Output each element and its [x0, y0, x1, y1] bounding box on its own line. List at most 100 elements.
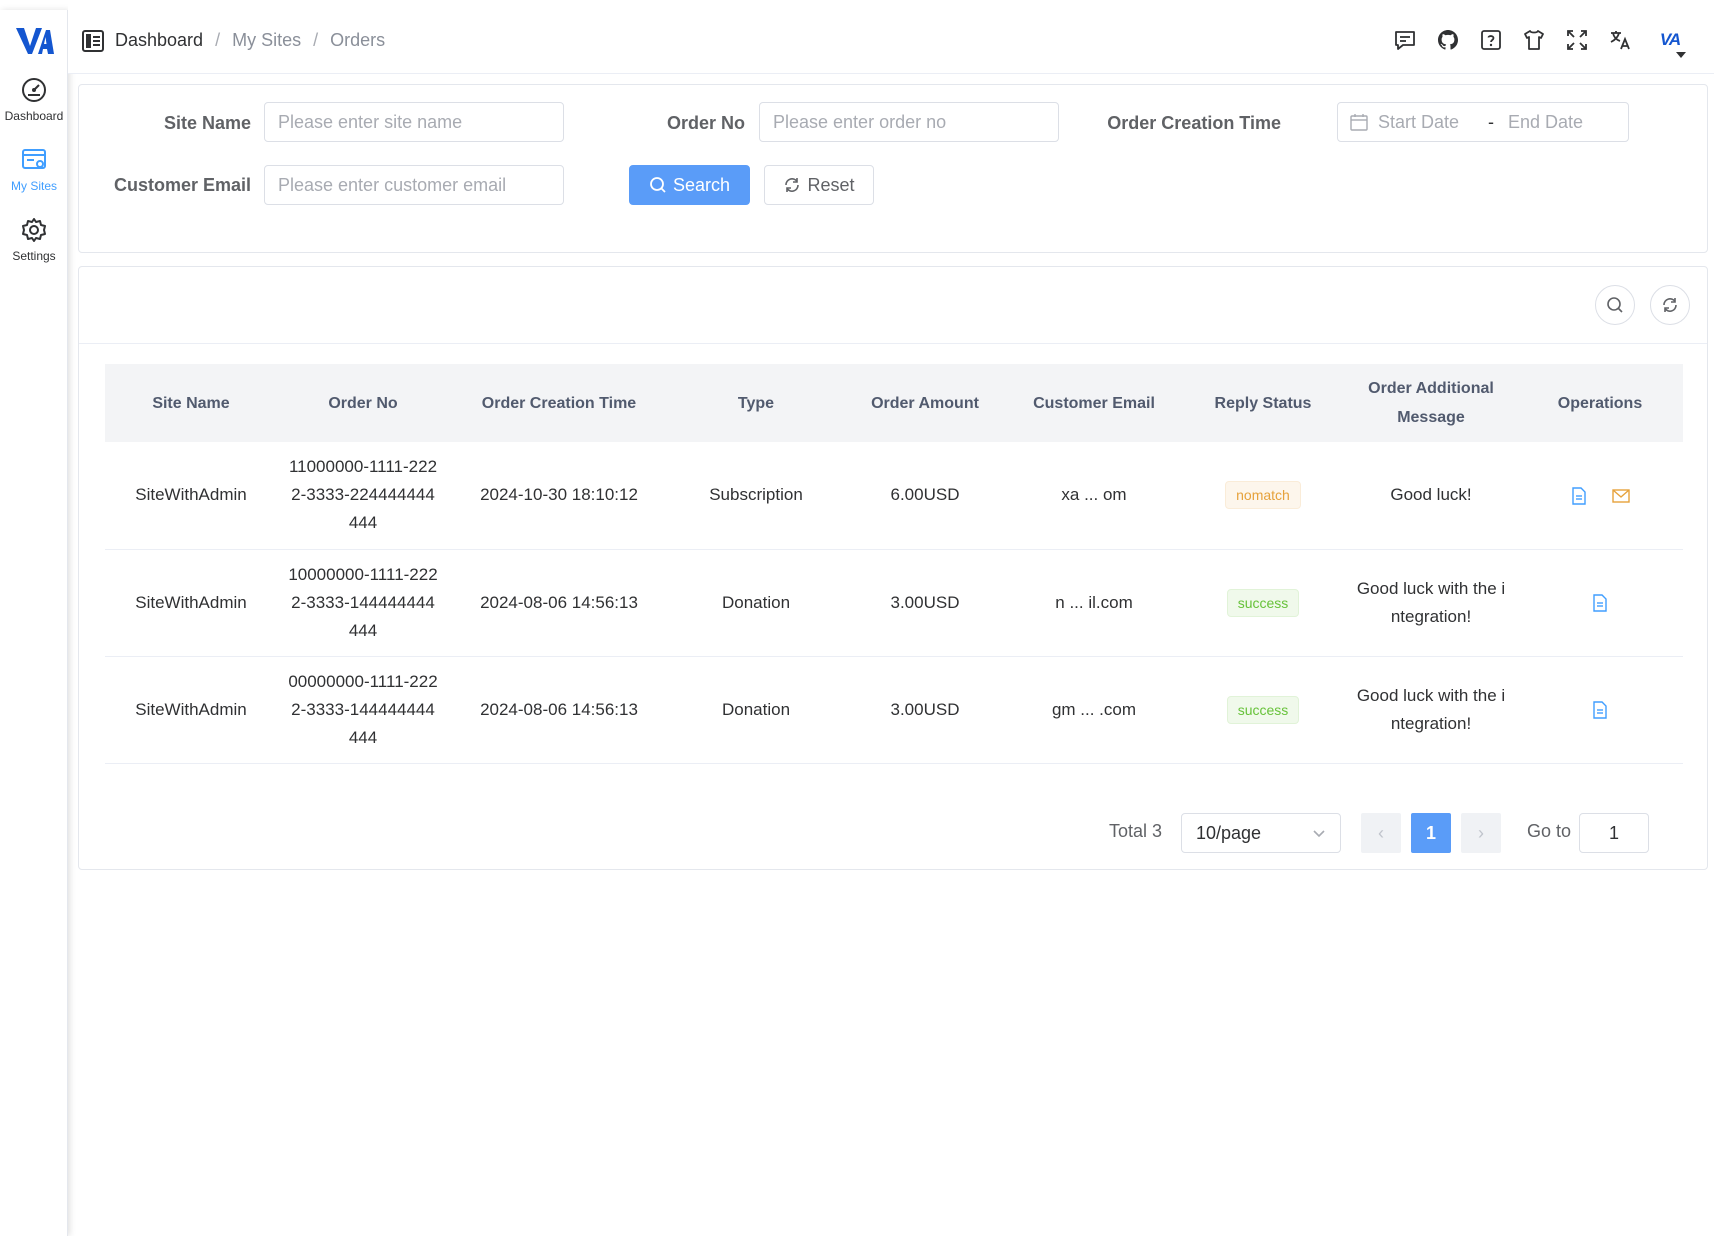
- theme-button[interactable]: [1520, 26, 1548, 54]
- order-no-label: Order No: [666, 113, 745, 133]
- column-header: Customer Email: [1007, 364, 1181, 442]
- end-date-input[interactable]: End Date: [1508, 112, 1583, 133]
- help-button[interactable]: [1477, 26, 1505, 54]
- cell-customer-email: gm ... .com: [1007, 656, 1181, 764]
- card-divider: [79, 343, 1707, 344]
- cell-reply-status: success: [1181, 656, 1345, 764]
- toggle-search-button[interactable]: [1595, 285, 1635, 325]
- column-header: Order Creation Time: [449, 364, 669, 442]
- dashboard-icon: [22, 78, 46, 102]
- app-logo[interactable]: [14, 24, 54, 58]
- search-icon: [650, 177, 666, 193]
- page-size-select[interactable]: 10/page: [1181, 813, 1341, 853]
- cell-creation-time: 2024-08-06 14:56:13: [449, 656, 669, 764]
- cell-customer-email: n ... il.com: [1007, 549, 1181, 657]
- sidebar-item-label: Settings: [12, 249, 56, 263]
- site-name-label: Site Name: [163, 113, 251, 133]
- sidebar-item-settings[interactable]: Settings: [0, 216, 68, 280]
- message-button[interactable]: [1391, 26, 1419, 54]
- avatar: VA: [1659, 30, 1681, 49]
- github-icon: [1438, 30, 1458, 50]
- order-no-input[interactable]: [759, 102, 1059, 142]
- help-icon: [1481, 30, 1501, 50]
- breadcrumb-separator: /: [215, 30, 221, 50]
- orders-table: Site Name Order No Order Creation Time T…: [105, 364, 1683, 764]
- customer-email-input[interactable]: [264, 165, 564, 205]
- cell-reply-status: success: [1181, 549, 1345, 657]
- column-header: Site Name: [105, 364, 277, 442]
- column-header: Reply Status: [1181, 364, 1345, 442]
- cell-order-no: 00000000-1111-2222-3333-144444444444: [277, 656, 449, 764]
- cell-creation-time: 2024-10-30 18:10:12: [449, 442, 669, 550]
- cell-site-name: SiteWithAdmin: [105, 549, 277, 657]
- reset-button-label: Reset: [807, 174, 855, 195]
- breadcrumb: Dashboard / My Sites / Orders: [115, 30, 385, 51]
- cell-amount: 6.00USD: [843, 442, 1007, 550]
- refresh-icon: [1663, 298, 1677, 312]
- column-header: Order Additional Message: [1345, 364, 1517, 442]
- cell-type: Donation: [669, 656, 843, 764]
- cell-operations: [1517, 442, 1683, 550]
- search-button[interactable]: Search: [629, 165, 750, 205]
- cell-site-name: SiteWithAdmin: [105, 656, 277, 764]
- prev-page-button[interactable]: ‹: [1361, 813, 1401, 853]
- cell-creation-time: 2024-08-06 14:56:13: [449, 549, 669, 657]
- column-header: Type: [669, 364, 843, 442]
- column-header: Order Amount: [843, 364, 1007, 442]
- start-date-input[interactable]: Start Date: [1378, 112, 1474, 133]
- cell-reply-status: nomatch: [1181, 442, 1345, 550]
- refresh-table-button[interactable]: [1650, 285, 1690, 325]
- page-size-value: 10/page: [1196, 822, 1262, 843]
- table-header-row: Site Name Order No Order Creation Time T…: [105, 364, 1683, 442]
- breadcrumb-my-sites[interactable]: My Sites: [232, 30, 301, 51]
- breadcrumb-dashboard[interactable]: Dashboard: [115, 30, 203, 51]
- reset-button[interactable]: Reset: [764, 165, 874, 205]
- top-header: Dashboard / My Sites / Orders VA: [68, 0, 1714, 74]
- cell-operations: [1517, 656, 1683, 764]
- sites-icon: [22, 149, 46, 169]
- goto-label: Go to: [1527, 821, 1572, 841]
- next-page-button[interactable]: ›: [1461, 813, 1501, 853]
- fullscreen-icon: [1567, 30, 1587, 50]
- mail-icon[interactable]: [1612, 487, 1631, 505]
- fullscreen-button[interactable]: [1563, 26, 1591, 54]
- pagination-total: Total 3: [1109, 821, 1163, 841]
- order-creation-time-label: Order Creation Time: [1107, 113, 1281, 133]
- translate-icon: [1610, 31, 1630, 50]
- sidebar-item-dashboard[interactable]: Dashboard: [0, 76, 68, 140]
- chevron-down-icon: [1313, 830, 1325, 838]
- column-header: Operations: [1517, 364, 1683, 442]
- site-name-input[interactable]: [264, 102, 564, 142]
- breadcrumb-separator: /: [313, 30, 319, 50]
- user-menu-caret[interactable]: [1676, 52, 1686, 58]
- menu-collapse-icon[interactable]: [82, 30, 104, 52]
- cell-message: Good luck with the integration!: [1345, 656, 1517, 764]
- cell-amount: 3.00USD: [843, 656, 1007, 764]
- customer-email-label: Customer Email: [113, 175, 251, 195]
- search-form-card: Site Name Order No Order Creation Time S…: [78, 84, 1708, 253]
- goto-page-input[interactable]: [1579, 813, 1649, 853]
- cell-site-name: SiteWithAdmin: [105, 442, 277, 550]
- cell-type: Donation: [669, 549, 843, 657]
- sidebar-item-label: Dashboard: [4, 109, 64, 123]
- breadcrumb-orders: Orders: [330, 30, 386, 50]
- cell-message: Good luck with the integration!: [1345, 549, 1517, 657]
- date-range-picker[interactable]: Start Date - End Date: [1337, 102, 1629, 142]
- cell-operations: [1517, 549, 1683, 657]
- user-avatar[interactable]: VA: [1656, 26, 1684, 54]
- translate-button[interactable]: [1606, 26, 1634, 54]
- shirt-icon: [1524, 30, 1544, 50]
- document-icon[interactable]: [1591, 701, 1609, 719]
- cell-order-no: 11000000-1111-2222-3333-224444444444: [277, 442, 449, 550]
- column-header: Order No: [277, 364, 449, 442]
- search-button-label: Search: [672, 174, 731, 195]
- sidebar-item-my-sites[interactable]: My Sites: [0, 146, 68, 210]
- cell-type: Subscription: [669, 442, 843, 550]
- calendar-icon: [1350, 114, 1368, 131]
- document-icon[interactable]: [1591, 594, 1609, 612]
- refresh-icon: [785, 178, 800, 192]
- document-icon[interactable]: [1570, 487, 1588, 505]
- github-button[interactable]: [1434, 26, 1462, 54]
- page-number-1[interactable]: 1: [1411, 813, 1451, 853]
- table-row: SiteWithAdmin 11000000-1111-2222-3333-22…: [105, 442, 1683, 550]
